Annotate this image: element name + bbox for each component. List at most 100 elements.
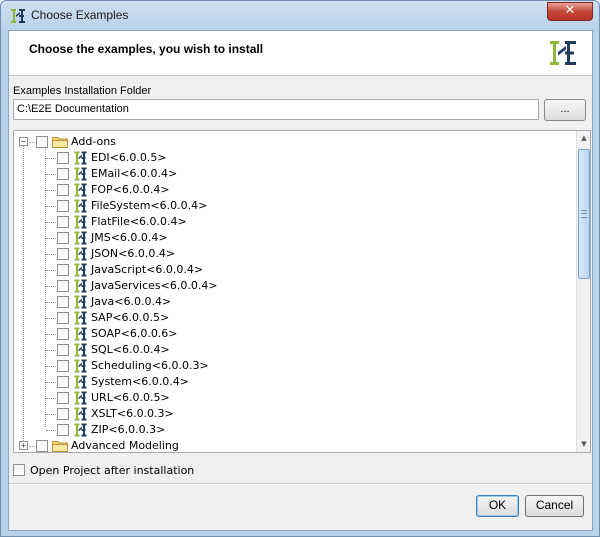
tree-guide-line (46, 302, 56, 303)
tree-item-checkbox[interactable] (57, 424, 69, 436)
header-banner: Choose the examples, you wish to install (9, 31, 592, 76)
page-title: Choose the examples, you wish to install (29, 42, 264, 56)
open-project-option[interactable]: Open Project after installation (13, 463, 313, 479)
tree-item-checkbox[interactable] (57, 152, 69, 164)
tree-item-checkbox[interactable] (57, 296, 69, 308)
expand-toggle[interactable]: + (19, 441, 28, 450)
e2e-icon (74, 215, 87, 229)
tree-item-label: SAP<6.0.0.5> (91, 311, 170, 324)
tree-item-checkbox[interactable] (57, 376, 69, 388)
tree-item-label: EDI<6.0.0.5> (91, 151, 167, 164)
tree-item[interactable]: EMail<6.0.0.4> (14, 166, 576, 182)
tree-item[interactable]: URL<6.0.0.5> (14, 390, 576, 406)
dialog-window: Choose Examples ✕ Choose the examples, y… (0, 0, 600, 537)
e2e-icon (74, 407, 87, 421)
e2e-icon (74, 151, 87, 165)
tree-item-label: XSLT<6.0.0.3> (91, 407, 174, 420)
tree-guide-line (46, 206, 56, 207)
collapse-toggle[interactable]: − (19, 137, 28, 146)
tree-item-checkbox[interactable] (57, 344, 69, 356)
tree-item-label: System<6.0.0.4> (91, 375, 189, 388)
checkbox-advanced-modeling[interactable] (36, 440, 48, 452)
e2e-icon (74, 311, 87, 325)
tree-guide-line (46, 382, 56, 383)
tree-item-checkbox[interactable] (57, 168, 69, 180)
tree-item-checkbox[interactable] (57, 264, 69, 276)
e2e-icon (74, 247, 87, 261)
e2e-icon (74, 359, 87, 373)
tree-item[interactable]: Java<6.0.0.4> (14, 294, 576, 310)
tree-guide-line (46, 430, 56, 431)
tree-item[interactable]: JSON<6.0.0.4> (14, 246, 576, 262)
tree-item[interactable]: Scheduling<6.0.0.3> (14, 358, 576, 374)
tree-item[interactable]: System<6.0.0.4> (14, 374, 576, 390)
tree-item-label: SQL<6.0.0.4> (91, 343, 170, 356)
e2e-icon (74, 263, 87, 277)
tree-item[interactable]: FileSystem<6.0.0.4> (14, 198, 576, 214)
tree-guide-line (46, 254, 56, 255)
folder-path-input[interactable]: C:\E2E Documentation (13, 99, 539, 120)
ok-button[interactable]: OK (476, 495, 519, 517)
tree-guide-line (46, 222, 56, 223)
tree-guide-line (46, 174, 56, 175)
tree-root-label: Advanced Modeling (71, 439, 179, 452)
tree-item-checkbox[interactable] (57, 312, 69, 324)
e2e-icon (74, 279, 87, 293)
tree-item-label: JavaServices<6.0.0.4> (91, 279, 218, 292)
title-bar[interactable]: Choose Examples ✕ (1, 1, 599, 30)
tree-guide-line (46, 398, 56, 399)
tree-item[interactable]: XSLT<6.0.0.3> (14, 406, 576, 422)
tree-item-checkbox[interactable] (57, 280, 69, 292)
tree-item-label: FOP<6.0.0.4> (91, 183, 170, 196)
cancel-button[interactable]: Cancel (525, 495, 584, 517)
tree-item[interactable]: JavaScript<6.0.0.4> (14, 262, 576, 278)
tree-item-label: ZIP<6.0.0.3> (91, 423, 166, 436)
e2e-icon (74, 343, 87, 357)
tree-item-checkbox[interactable] (57, 392, 69, 404)
tree-item[interactable]: EDI<6.0.0.5> (14, 150, 576, 166)
scroll-down-arrow-icon[interactable]: ▼ (577, 437, 590, 452)
tree-item-checkbox[interactable] (57, 328, 69, 340)
close-button[interactable]: ✕ (547, 2, 593, 21)
e2e-icon (74, 183, 87, 197)
tree-item-checkbox[interactable] (57, 200, 69, 212)
tree-item-label: Scheduling<6.0.0.3> (91, 359, 209, 372)
tree-scrollbar[interactable]: ▲ ▼ (576, 131, 590, 452)
e2e-icon (74, 327, 87, 341)
divider (9, 483, 592, 485)
tree-rows: − Add-ons EDI<6.0.0.5> EMail<6.0.0.4> FOP<… (14, 131, 576, 452)
scroll-thumb[interactable] (578, 149, 590, 279)
tree-item-checkbox[interactable] (57, 248, 69, 260)
tree-item-checkbox[interactable] (57, 184, 69, 196)
tree-item[interactable]: SQL<6.0.0.4> (14, 342, 576, 358)
tree-item[interactable]: FlatFile<6.0.0.4> (14, 214, 576, 230)
e2e-icon (74, 199, 87, 213)
tree-item[interactable]: JavaServices<6.0.0.4> (14, 278, 576, 294)
tree-guide-line (46, 238, 56, 239)
tree-item-checkbox[interactable] (57, 216, 69, 228)
tree-item-label: JavaScript<6.0.0.4> (91, 263, 204, 276)
tree-root-advanced-modeling[interactable]: + Advanced Modeling (14, 438, 576, 452)
tree-guide-line (46, 286, 56, 287)
tree-guide-line (29, 142, 35, 143)
tree-item-label: EMail<6.0.0.4> (91, 167, 178, 180)
tree-item[interactable]: SOAP<6.0.0.6> (14, 326, 576, 342)
tree-item-label: FlatFile<6.0.0.4> (91, 215, 187, 228)
tree-item-checkbox[interactable] (57, 360, 69, 372)
tree-item-checkbox[interactable] (57, 232, 69, 244)
folder-icon (52, 137, 68, 148)
e2e-icon (74, 391, 87, 405)
tree-item[interactable]: JMS<6.0.0.4> (14, 230, 576, 246)
examples-tree: − Add-ons EDI<6.0.0.5> EMail<6.0.0.4> FOP<… (13, 130, 591, 453)
tree-root-add-ons[interactable]: − Add-ons (14, 134, 576, 150)
open-project-checkbox[interactable] (13, 464, 25, 476)
browse-button[interactable]: ... (544, 99, 586, 121)
tree-guide-line (46, 334, 56, 335)
e2e-icon (74, 231, 87, 245)
tree-item[interactable]: ZIP<6.0.0.3> (14, 422, 576, 438)
tree-item-checkbox[interactable] (57, 408, 69, 420)
tree-item[interactable]: FOP<6.0.0.4> (14, 182, 576, 198)
tree-item[interactable]: SAP<6.0.0.5> (14, 310, 576, 326)
scroll-up-arrow-icon[interactable]: ▲ (577, 131, 590, 146)
checkbox-add-ons[interactable] (36, 136, 48, 148)
